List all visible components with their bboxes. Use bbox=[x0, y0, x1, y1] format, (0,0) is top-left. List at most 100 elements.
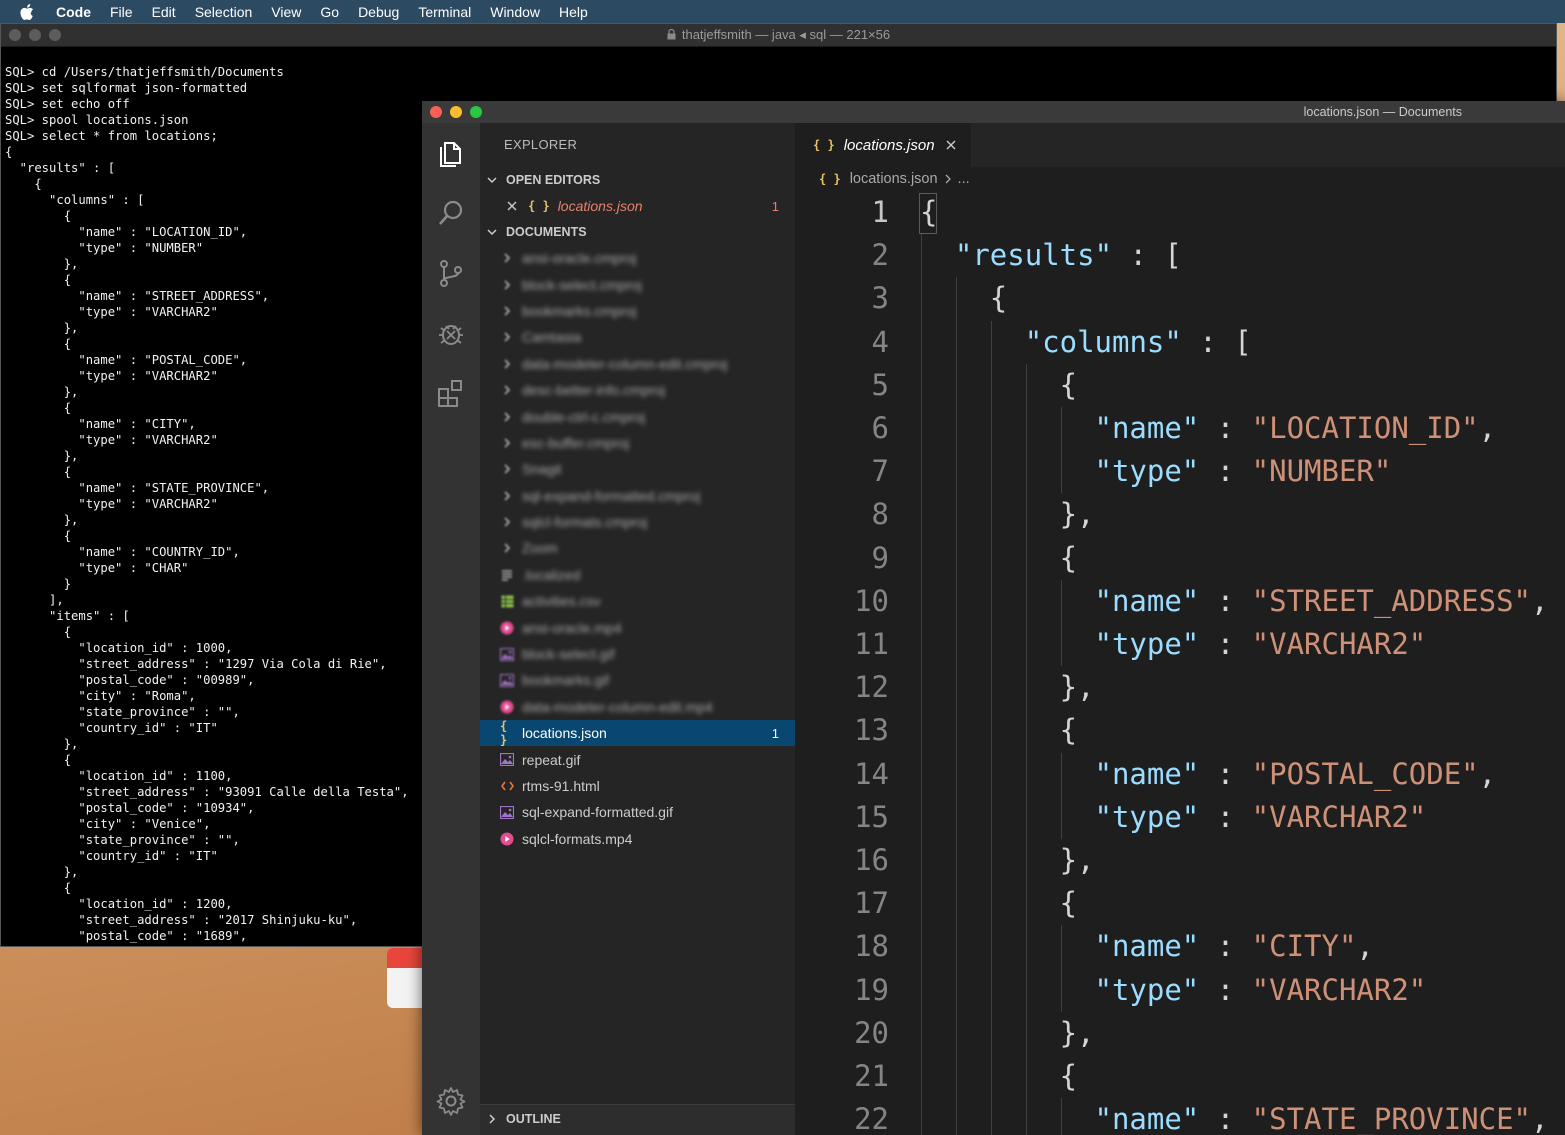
problem-count-badge: 1 bbox=[771, 198, 779, 214]
open-editor-item[interactable]: { } locations.json 1 bbox=[480, 193, 795, 219]
folder-item[interactable]: esc-buffer.cmproj bbox=[480, 430, 795, 456]
folder-item[interactable]: sql-expand-formatted.cmproj bbox=[480, 483, 795, 509]
search-icon[interactable] bbox=[435, 197, 467, 229]
breadcrumb: { } locations.json ... bbox=[795, 167, 1565, 191]
chevron-right-icon bbox=[500, 489, 514, 503]
source-control-icon[interactable] bbox=[435, 257, 467, 289]
folder-item[interactable]: Snagit bbox=[480, 456, 795, 482]
file-item[interactable]: .localized bbox=[480, 562, 795, 588]
line-number: 5 bbox=[871, 367, 889, 402]
code-line[interactable]: 19 "type" : "VARCHAR2" bbox=[795, 968, 1565, 1012]
file-item[interactable]: rtms-91.html bbox=[480, 773, 795, 799]
menu-file[interactable]: File bbox=[110, 4, 133, 20]
file-item[interactable]: sql-expand-formatted.gif bbox=[480, 799, 795, 825]
breadcrumb-file[interactable]: locations.json bbox=[850, 171, 938, 187]
code-line[interactable]: 8}, bbox=[795, 493, 1565, 537]
code-line[interactable]: 15 "type" : "VARCHAR2" bbox=[795, 795, 1565, 839]
code-editor[interactable]: 1{2 "results" : [3{4 "columns" : [5{6 "name… bbox=[795, 191, 1565, 1135]
file-item[interactable]: bookmarks.gif bbox=[480, 667, 795, 693]
code-text: "name" : "LOCATION_ID", bbox=[1095, 407, 1497, 450]
code-line[interactable]: 3{ bbox=[795, 277, 1565, 321]
chevron-right-icon bbox=[500, 410, 514, 424]
breadcrumb-more[interactable]: ... bbox=[958, 171, 970, 187]
folder-item[interactable]: Camtasia bbox=[480, 324, 795, 350]
documents-folder-header[interactable]: DOCUMENTS bbox=[480, 219, 795, 245]
code-line[interactable]: 22 "name" : "STATE_PROVINCE", bbox=[795, 1098, 1565, 1135]
code-line[interactable]: 6 "name" : "LOCATION_ID", bbox=[795, 407, 1565, 451]
terminal-output[interactable]: SQL> cd /Users/thatjeffsmith/Documents S… bbox=[5, 64, 409, 944]
code-line[interactable]: 16}, bbox=[795, 839, 1565, 883]
file-name: rtms-91.html bbox=[522, 778, 600, 794]
menu-help[interactable]: Help bbox=[559, 4, 588, 20]
code-line[interactable]: 7 "type" : "NUMBER" bbox=[795, 450, 1565, 494]
menu-terminal[interactable]: Terminal bbox=[418, 4, 471, 20]
folder-item[interactable]: Zoom bbox=[480, 535, 795, 561]
vscode-window[interactable]: locations.json — Documents EXPLORER OPEN… bbox=[422, 101, 1565, 1135]
outline-label: OUTLINE bbox=[506, 1112, 561, 1126]
code-text: { bbox=[990, 277, 1007, 320]
close-editor-icon[interactable] bbox=[506, 200, 518, 212]
folder-item[interactable]: ansi-oracle.cmproj bbox=[480, 245, 795, 271]
close-button[interactable] bbox=[430, 106, 442, 118]
code-line[interactable]: 18 "name" : "CITY", bbox=[795, 925, 1565, 969]
minimize-button[interactable] bbox=[450, 106, 462, 118]
file-item[interactable]: { } locations.json 1 bbox=[480, 719, 795, 747]
indent-guide bbox=[955, 277, 957, 321]
code-text: "name" : "CITY", bbox=[1095, 925, 1374, 968]
menu-window[interactable]: Window bbox=[490, 4, 540, 20]
code-line[interactable]: 1{ bbox=[795, 191, 1565, 234]
folder-item[interactable]: double-ctrl-c.cmproj bbox=[480, 403, 795, 429]
code-line[interactable]: 5{ bbox=[795, 363, 1565, 407]
json-key: "columns" bbox=[1024, 324, 1182, 359]
line-number: 15 bbox=[854, 799, 889, 834]
folder-item[interactable]: data-modeler-column-edit.cmproj bbox=[480, 351, 795, 377]
folder-item[interactable]: sqlcl-formats.cmproj bbox=[480, 509, 795, 535]
folder-item[interactable]: desc-better-info.cmproj bbox=[480, 377, 795, 403]
json-string: "POSTAL_CODE" bbox=[1251, 756, 1479, 791]
file-item[interactable]: ansi-oracle.mp4 bbox=[480, 614, 795, 640]
terminal-titlebar[interactable]: thatjeffsmith — java ◂ sql — 221×56 bbox=[1, 24, 1556, 47]
gear-icon[interactable] bbox=[435, 1085, 467, 1117]
file-item[interactable]: block-select.gif bbox=[480, 641, 795, 667]
code-line[interactable]: 13 { bbox=[795, 709, 1565, 753]
vscode-titlebar[interactable]: locations.json — Documents bbox=[422, 101, 1565, 123]
code-line[interactable]: 14 "name" : "POSTAL_CODE", bbox=[795, 752, 1565, 796]
code-line[interactable]: 17 { bbox=[795, 882, 1565, 926]
files-icon[interactable] bbox=[435, 137, 467, 169]
menu-code[interactable]: Code bbox=[56, 4, 91, 20]
folder-item[interactable]: bookmarks.cmproj bbox=[480, 298, 795, 324]
tab-locations-json[interactable]: { } locations.json bbox=[795, 123, 971, 167]
menu-debug[interactable]: Debug bbox=[358, 4, 399, 20]
json-key: "name" bbox=[1094, 411, 1200, 445]
open-editors-header[interactable]: OPEN EDITORS bbox=[480, 167, 795, 193]
extensions-icon[interactable] bbox=[435, 377, 467, 409]
code-line[interactable]: 12}, bbox=[795, 666, 1565, 710]
menu-selection[interactable]: Selection bbox=[195, 4, 253, 20]
file-item[interactable]: sqlcl-formats.mp4 bbox=[480, 826, 795, 852]
code-line[interactable]: 10 "name" : "STREET_ADDRESS", bbox=[795, 579, 1565, 623]
apple-menu-icon[interactable] bbox=[20, 3, 34, 20]
code-text: "columns" : [ bbox=[1025, 321, 1252, 364]
close-icon[interactable] bbox=[945, 139, 957, 151]
outline-section[interactable]: OUTLINE bbox=[480, 1104, 795, 1135]
code-line[interactable]: 9{ bbox=[795, 536, 1565, 580]
folder-item[interactable]: block-select.cmproj bbox=[480, 271, 795, 297]
code-line[interactable]: 11 "type" : "VARCHAR2" bbox=[795, 623, 1565, 667]
editor-area[interactable]: { } locations.json { } locations.json ..… bbox=[795, 123, 1565, 1135]
file-item[interactable]: activities.csv bbox=[480, 588, 795, 614]
menu-edit[interactable]: Edit bbox=[152, 4, 176, 20]
menu-go[interactable]: Go bbox=[320, 4, 339, 20]
file-item[interactable]: repeat.gif bbox=[480, 746, 795, 772]
code-line[interactable]: 20}, bbox=[795, 1011, 1565, 1055]
code-text: "type" : "VARCHAR2" bbox=[1095, 969, 1427, 1012]
code-line[interactable]: 2 "results" : [ bbox=[795, 234, 1565, 278]
debug-icon[interactable] bbox=[435, 317, 467, 349]
file-item[interactable]: data-modeler-column-edit.mp4 bbox=[480, 694, 795, 720]
code-line[interactable]: 4 "columns" : [ bbox=[795, 320, 1565, 364]
json-key: "name" bbox=[1094, 929, 1200, 964]
zoom-button[interactable] bbox=[470, 106, 482, 118]
outline-header[interactable]: OUTLINE bbox=[480, 1105, 795, 1133]
code-line[interactable]: 21 { bbox=[795, 1055, 1565, 1099]
indent-guide bbox=[1025, 666, 1027, 710]
menu-view[interactable]: View bbox=[271, 4, 301, 20]
